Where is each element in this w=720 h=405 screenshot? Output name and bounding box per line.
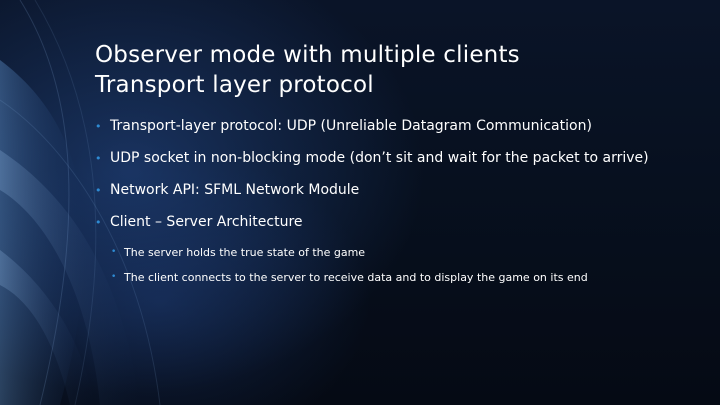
bullet-item: • Client – Server Architecture bbox=[95, 213, 655, 231]
bullet-item: • Transport-layer protocol: UDP (Unrelia… bbox=[95, 117, 655, 135]
sub-bullet-item: • The server holds the true state of the… bbox=[111, 245, 655, 260]
bullet-text: UDP socket in non-blocking mode (don’t s… bbox=[110, 150, 649, 166]
bullet-text: Transport-layer protocol: UDP (Unreliabl… bbox=[110, 118, 592, 134]
slide-title: Observer mode with multiple clients Tran… bbox=[95, 40, 695, 100]
slide-title-line: Observer mode with multiple clients bbox=[95, 42, 520, 68]
sub-bullet-text: The client connects to the server to rec… bbox=[124, 271, 588, 284]
bullet-icon: • bbox=[95, 120, 102, 133]
bullet-list: • Transport-layer protocol: UDP (Unrelia… bbox=[95, 117, 655, 231]
sub-bullet-list: • The server holds the true state of the… bbox=[95, 245, 655, 285]
slide-title-line: Transport layer protocol bbox=[95, 72, 374, 98]
slide-content: • Transport-layer protocol: UDP (Unrelia… bbox=[95, 117, 655, 295]
bullet-item: • Network API: SFML Network Module bbox=[95, 181, 655, 199]
sub-bullet-icon: • bbox=[111, 247, 117, 257]
bullet-text: Network API: SFML Network Module bbox=[110, 182, 360, 198]
bullet-item: • UDP socket in non-blocking mode (don’t… bbox=[95, 149, 655, 167]
sub-bullet-item: • The client connects to the server to r… bbox=[111, 270, 655, 285]
presentation-slide: Observer mode with multiple clients Tran… bbox=[0, 0, 720, 405]
bullet-text: Client – Server Architecture bbox=[110, 214, 303, 230]
bullet-icon: • bbox=[95, 184, 102, 197]
bullet-icon: • bbox=[95, 216, 102, 229]
sub-bullet-icon: • bbox=[111, 272, 117, 282]
sub-bullet-text: The server holds the true state of the g… bbox=[124, 246, 366, 259]
bullet-icon: • bbox=[95, 152, 102, 165]
